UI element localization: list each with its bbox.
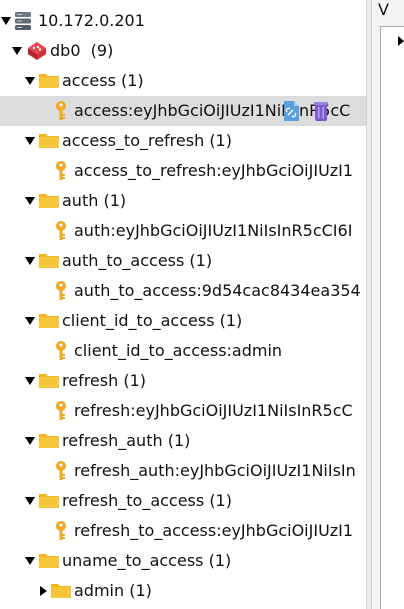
expand-arrow-icon[interactable] bbox=[25, 197, 35, 205]
folder-label: access_to_refresh (1) bbox=[62, 131, 232, 150]
tree-row-key[interactable]: refresh_to_access:eyJhbGciOiJIUzI1 bbox=[0, 516, 366, 546]
database-label: db0 (9) bbox=[50, 40, 113, 62]
key-icon bbox=[52, 160, 70, 186]
key-label: refresh_auth:eyJhbGciOiJIUzI1NiIsIn bbox=[74, 461, 356, 480]
folder-label: refresh_to_access (1) bbox=[62, 491, 232, 510]
value-frame[interactable] bbox=[380, 26, 404, 609]
expand-arrow-icon[interactable] bbox=[25, 317, 35, 325]
expand-arrow-icon[interactable] bbox=[25, 557, 35, 565]
subfolder-label: admin (1) bbox=[74, 581, 152, 600]
folder-icon bbox=[38, 430, 60, 454]
key-icon bbox=[52, 220, 70, 246]
expand-arrow-icon[interactable] bbox=[1, 17, 11, 25]
tree-row-key[interactable]: refresh:eyJhbGciOiJIUzI1NiIsInR5cC bbox=[0, 396, 366, 426]
collapsed-arrow-icon[interactable] bbox=[40, 586, 47, 596]
tree-row-key[interactable]: refresh_auth:eyJhbGciOiJIUzI1NiIsIn bbox=[0, 456, 366, 486]
folder-icon bbox=[38, 70, 60, 94]
folder-icon bbox=[38, 130, 60, 154]
folder-label: client_id_to_access (1) bbox=[62, 311, 243, 330]
key-icon bbox=[52, 460, 70, 486]
server-icon bbox=[14, 10, 32, 36]
folder-icon bbox=[50, 580, 72, 604]
tree-row-folder[interactable]: access_to_refresh (1) bbox=[0, 126, 366, 156]
key-label: refresh_to_access:eyJhbGciOiJIUzI1 bbox=[74, 521, 354, 540]
folder-label: auth (1) bbox=[62, 191, 127, 210]
tree-row-folder[interactable]: refresh (1) bbox=[0, 366, 366, 396]
folder-label: refresh (1) bbox=[62, 371, 146, 390]
tree-row-database[interactable]: db0 (9) bbox=[0, 36, 366, 66]
key-icon bbox=[52, 520, 70, 546]
key-label: auth_to_access:9d54cac8434ea354 bbox=[74, 281, 361, 300]
tree-row-folder[interactable]: auth_to_access (1) bbox=[0, 246, 366, 276]
tree-row-folder[interactable]: refresh_to_access (1) bbox=[0, 486, 366, 516]
expand-arrow-icon[interactable] bbox=[25, 137, 35, 145]
expand-arrow-icon[interactable] bbox=[25, 77, 35, 85]
tree-row-folder[interactable]: refresh_auth (1) bbox=[0, 426, 366, 456]
key-label: client_id_to_access:admin bbox=[74, 341, 283, 360]
folder-label: access (1) bbox=[62, 71, 144, 90]
folder-icon bbox=[38, 370, 60, 394]
expand-arrow-icon[interactable] bbox=[25, 377, 35, 385]
tree-row-key[interactable]: access:eyJhbGciOiJIUzI1NiIsInR5cC bbox=[0, 96, 366, 126]
key-icon bbox=[52, 340, 70, 366]
key-label: auth:eyJhbGciOiJIUzI1NiIsInR5cCI6I bbox=[74, 221, 353, 240]
server-label: 10.172.0.201 bbox=[38, 11, 145, 30]
expand-arrow-icon[interactable] bbox=[25, 497, 35, 505]
expand-caret-icon[interactable] bbox=[398, 36, 404, 46]
delete-bin-icon bbox=[312, 100, 330, 126]
tree-row-folder[interactable]: auth (1) bbox=[0, 186, 366, 216]
tree-row-key[interactable]: access_to_refresh:eyJhbGciOiJIUzI1 bbox=[0, 156, 366, 186]
folder-icon bbox=[38, 490, 60, 514]
tree-row-folder[interactable]: access (1) bbox=[0, 66, 366, 96]
value-panel-header: V bbox=[378, 0, 389, 19]
database-count: (9) bbox=[90, 41, 114, 60]
tree-row-key[interactable]: auth:eyJhbGciOiJIUzI1NiIsInR5cCI6I bbox=[0, 216, 366, 246]
folder-label: refresh_auth (1) bbox=[62, 431, 191, 450]
key-label: refresh:eyJhbGciOiJIUzI1NiIsInR5cC bbox=[74, 401, 353, 420]
folder-icon bbox=[38, 250, 60, 274]
expand-arrow-icon[interactable] bbox=[12, 47, 22, 55]
folder-label: uname_to_access (1) bbox=[62, 551, 232, 570]
tree-row-server[interactable]: 10.172.0.201 bbox=[0, 6, 366, 36]
expand-arrow-icon[interactable] bbox=[25, 437, 35, 445]
key-icon bbox=[52, 280, 70, 306]
link-file-icon bbox=[282, 100, 300, 126]
database-icon bbox=[26, 40, 48, 66]
database-name: db0 bbox=[50, 41, 81, 60]
key-tree[interactable]: 10.172.0.201 db0 (9) access (1) access:e… bbox=[0, 0, 366, 609]
key-icon bbox=[52, 100, 70, 126]
tree-row-key[interactable]: client_id_to_access:admin bbox=[0, 336, 366, 366]
tree-row-subfolder[interactable]: admin (1) bbox=[0, 576, 366, 606]
folder-label: auth_to_access (1) bbox=[62, 251, 213, 270]
tree-row-folder[interactable]: uname_to_access (1) bbox=[0, 546, 366, 576]
key-label: access:eyJhbGciOiJIUzI1NiIsInR5cC bbox=[74, 101, 351, 120]
folder-icon bbox=[38, 550, 60, 574]
tree-row-folder[interactable]: client_id_to_access (1) bbox=[0, 306, 366, 336]
expand-arrow-icon[interactable] bbox=[25, 257, 35, 265]
tree-row-key[interactable]: auth_to_access:9d54cac8434ea354 bbox=[0, 276, 366, 306]
value-panel: V bbox=[372, 0, 404, 609]
folder-icon bbox=[38, 190, 60, 214]
folder-icon bbox=[38, 310, 60, 334]
key-icon bbox=[52, 400, 70, 426]
key-label: access_to_refresh:eyJhbGciOiJIUzI1 bbox=[74, 161, 354, 180]
